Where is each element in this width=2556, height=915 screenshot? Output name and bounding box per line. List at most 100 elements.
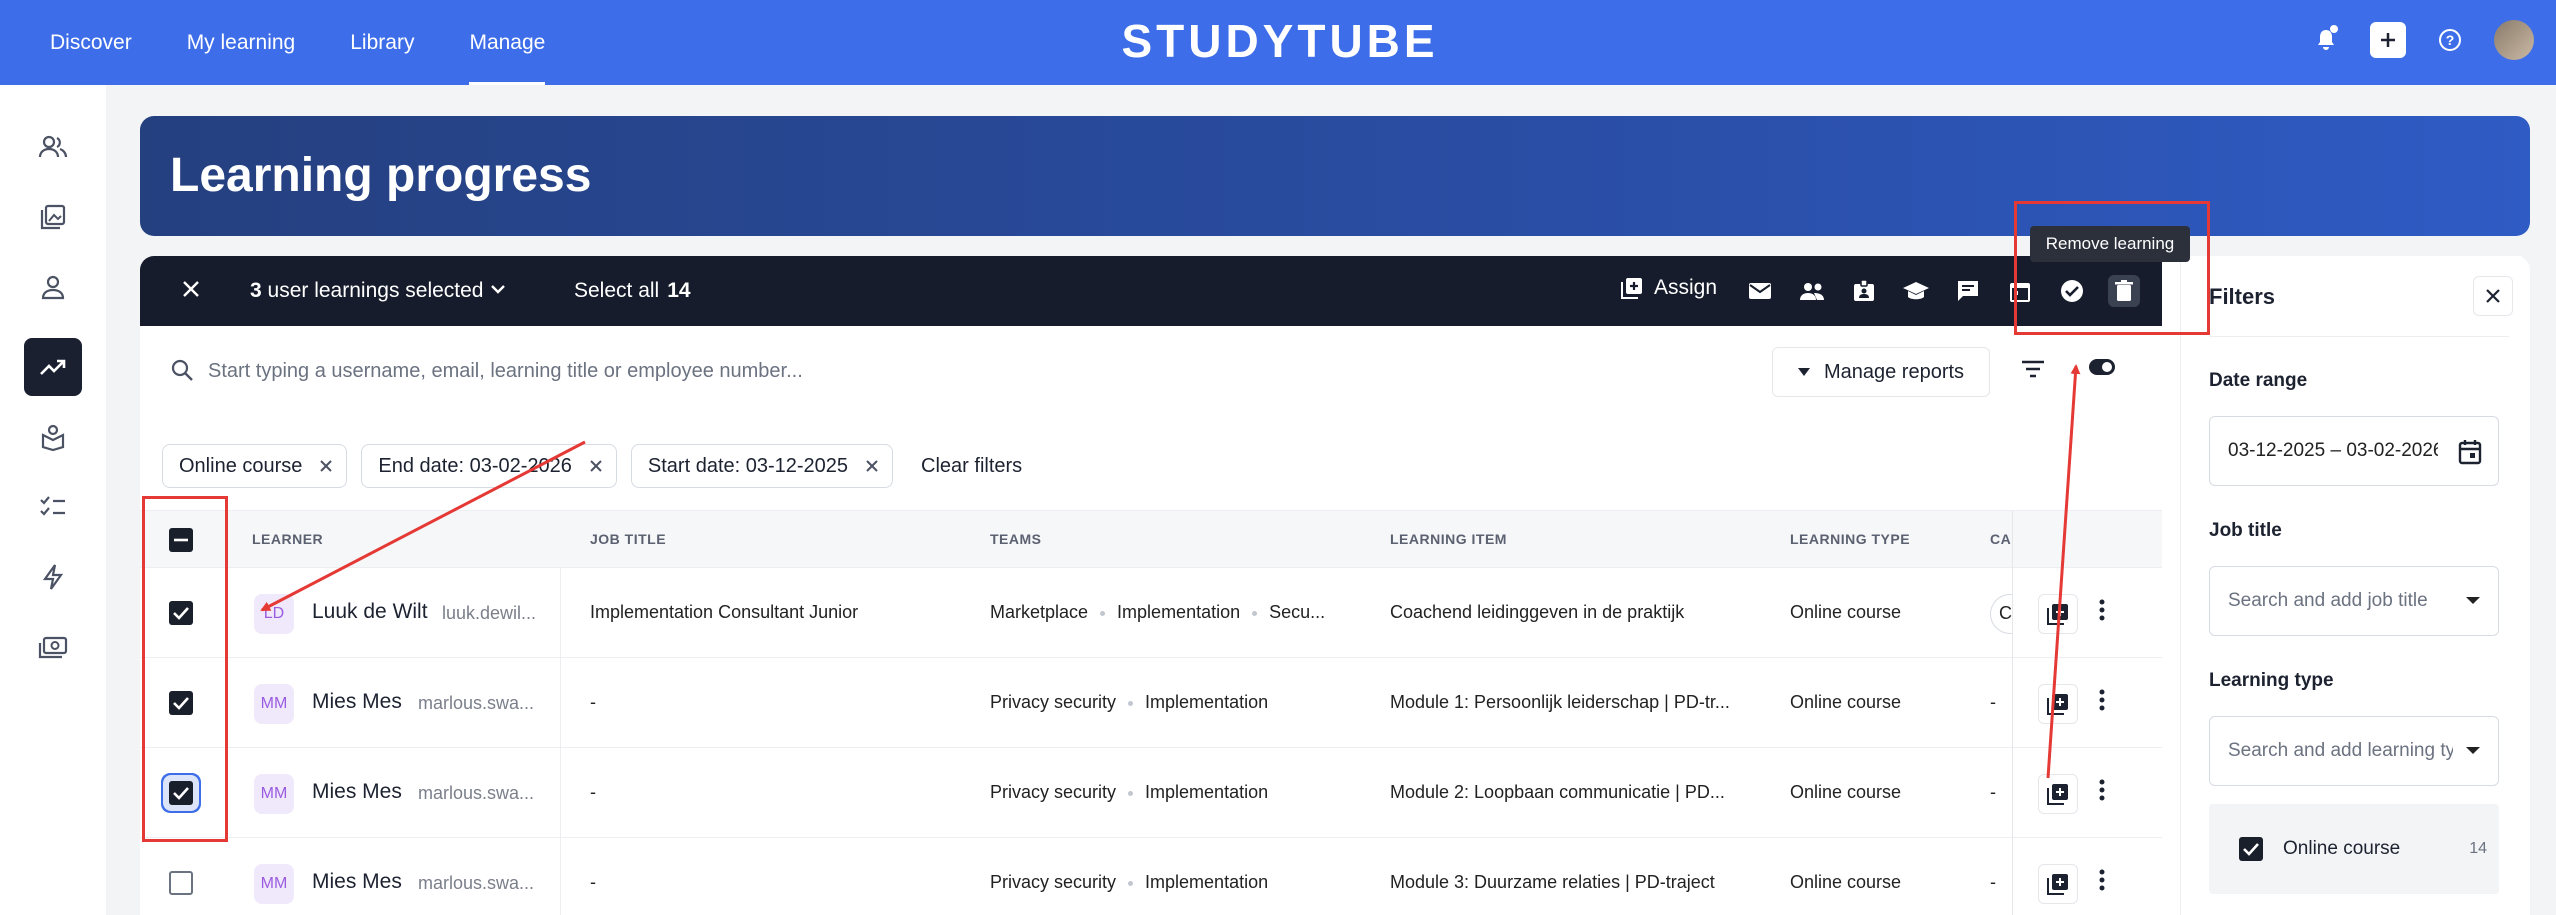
chip-label: Start date: 03-12-2025 [647,454,849,477]
checklist-icon[interactable] [24,478,82,536]
divider [2209,336,2509,337]
team-name: Secu... [1269,602,1326,622]
separator-dot [1252,610,1258,616]
table-header: LEARNER JOB TITLE TEAMS LEARNING ITEM LE… [140,510,2162,568]
add-library-icon [2047,874,2068,895]
col-learner[interactable]: LEARNER [252,531,323,547]
column-divider [560,838,561,915]
bell-icon[interactable] [2308,22,2344,58]
toggle-icon[interactable] [2088,358,2116,376]
calendar-icon[interactable] [2458,439,2482,465]
col-learning-type[interactable]: LEARNING TYPE [1790,531,1910,547]
badge-icon[interactable] [1848,275,1880,307]
search-input[interactable] [208,346,1258,396]
person-icon[interactable] [24,258,82,316]
selected-text: user learnings selected [267,279,484,302]
separator-dot [1100,610,1106,616]
select-all-button[interactable]: Select all 14 [574,279,691,303]
learner-name[interactable]: Mies Mes [312,870,402,894]
learning-item[interactable]: Module 3: Duurzame relaties | PD-traject [1390,872,1715,893]
date-range-input[interactable]: 03-12-2025 – 03-02-2026 [2209,416,2499,486]
option-checkbox[interactable] [2239,837,2263,861]
table-row[interactable]: LD Luuk de Wilt luuk.dewil... Implementa… [140,568,2162,658]
separator-dot [1128,790,1134,796]
learning-progress-panel: 3 user learnings selected Select all 14 A… [140,256,2162,915]
selection-summary[interactable]: 3 user learnings selected [250,279,484,303]
nav-manage[interactable]: Manage [469,0,545,85]
learning-type-select[interactable]: Search and add learning type [2209,716,2499,786]
nav-my-learning[interactable]: My learning [187,0,296,85]
assign-row-button[interactable] [2038,594,2078,634]
top-right-actions: ? [2308,20,2534,60]
table-row[interactable]: MM Mies Mes marlous.swa... - Privacy sec… [140,658,2162,748]
filter-chip[interactable]: Online course [162,444,348,488]
more-vertical-icon[interactable] [2098,778,2106,807]
learning-item[interactable]: Module 2: Loopbaan communicatie | PD... [1390,782,1725,803]
ca-value: - [1990,782,1996,802]
col-teams[interactable]: TEAMS [990,531,1042,547]
manage-reports-button[interactable]: Manage reports [1772,347,1990,397]
learner-name[interactable]: Luuk de Wilt [312,600,428,624]
learning-box-icon[interactable] [24,408,82,466]
col-ca[interactable]: CA [1990,531,2011,547]
job-title: - [590,872,596,892]
money-icon[interactable] [24,618,82,676]
learner-name[interactable]: Mies Mes [312,690,402,714]
learning-item[interactable]: Module 1: Persoonlijk leiderschap | PD-t… [1390,692,1730,713]
nav-discover[interactable]: Discover [50,0,132,85]
learning-type-option[interactable]: Online course 14 [2209,804,2499,894]
user-avatar[interactable] [2494,20,2534,60]
learning-item[interactable]: Coachend leidinggeven in de praktijk [1390,602,1684,623]
sticky-actions-divider [2012,510,2013,915]
learner-name[interactable]: Mies Mes [312,780,402,804]
separator-dot [1128,700,1134,706]
col-learning-item[interactable]: LEARNING ITEM [1390,531,1507,547]
help-icon[interactable]: ? [2432,22,2468,58]
bulk-action-bar: 3 user learnings selected Select all 14 A… [140,256,2162,326]
chat-icon[interactable] [1952,275,1984,307]
close-selection-icon[interactable] [180,278,202,305]
users-icon[interactable] [24,118,82,176]
more-vertical-icon[interactable] [2098,868,2106,897]
col-job-title[interactable]: JOB TITLE [590,531,666,547]
studytube-logo[interactable]: STUDYTUBE [1110,14,1450,68]
assign-row-button[interactable] [2038,684,2078,724]
job-title-select[interactable]: Search and add job title [2209,566,2499,636]
ca-badge: C [1990,594,2012,634]
gallery-icon[interactable] [24,188,82,246]
option-count: 14 [2469,840,2487,857]
assign-row-button[interactable] [2038,774,2078,814]
row-checkbox[interactable] [169,871,193,895]
chevron-down-icon[interactable] [488,279,508,304]
close-icon[interactable] [318,458,334,474]
avatar: MM [254,774,294,814]
mail-icon[interactable] [1744,275,1776,307]
trending-icon[interactable] [24,338,82,396]
nav-library[interactable]: Library [350,0,414,85]
learning-type: Online course [1790,602,1902,622]
select-all-count: 14 [667,279,691,302]
assign-button[interactable]: Assign [1620,276,1717,300]
filter-chip[interactable]: Start date: 03-12-2025 [630,444,894,488]
clear-filters-link[interactable]: Clear filters [921,455,1022,478]
lightning-icon[interactable] [24,548,82,606]
caret-down-icon [2466,747,2480,754]
close-icon[interactable] [864,458,880,474]
add-button[interactable] [2370,22,2406,58]
table-row[interactable]: MM Mies Mes marlous.swa... - Privacy sec… [140,838,2162,915]
learning-type: Online course [1790,782,1902,802]
close-filters-button[interactable] [2473,276,2513,316]
more-vertical-icon[interactable] [2098,598,2106,627]
assign-row-button[interactable] [2038,864,2078,904]
close-icon[interactable] [588,458,604,474]
filter-chip[interactable]: End date: 03-02-2026 [361,444,617,488]
more-vertical-icon[interactable] [2098,688,2106,717]
graduation-cap-icon[interactable] [1900,275,1932,307]
avatar: MM [254,864,294,904]
team-name: Privacy security [990,872,1117,892]
team-icon[interactable] [1796,275,1828,307]
top-navigation-bar: Discover My learning Library Manage STUD… [0,0,2556,85]
column-divider [560,748,561,838]
filter-icon[interactable] [2020,358,2046,380]
table-row[interactable]: MM Mies Mes marlous.swa... - Privacy sec… [140,748,2162,838]
